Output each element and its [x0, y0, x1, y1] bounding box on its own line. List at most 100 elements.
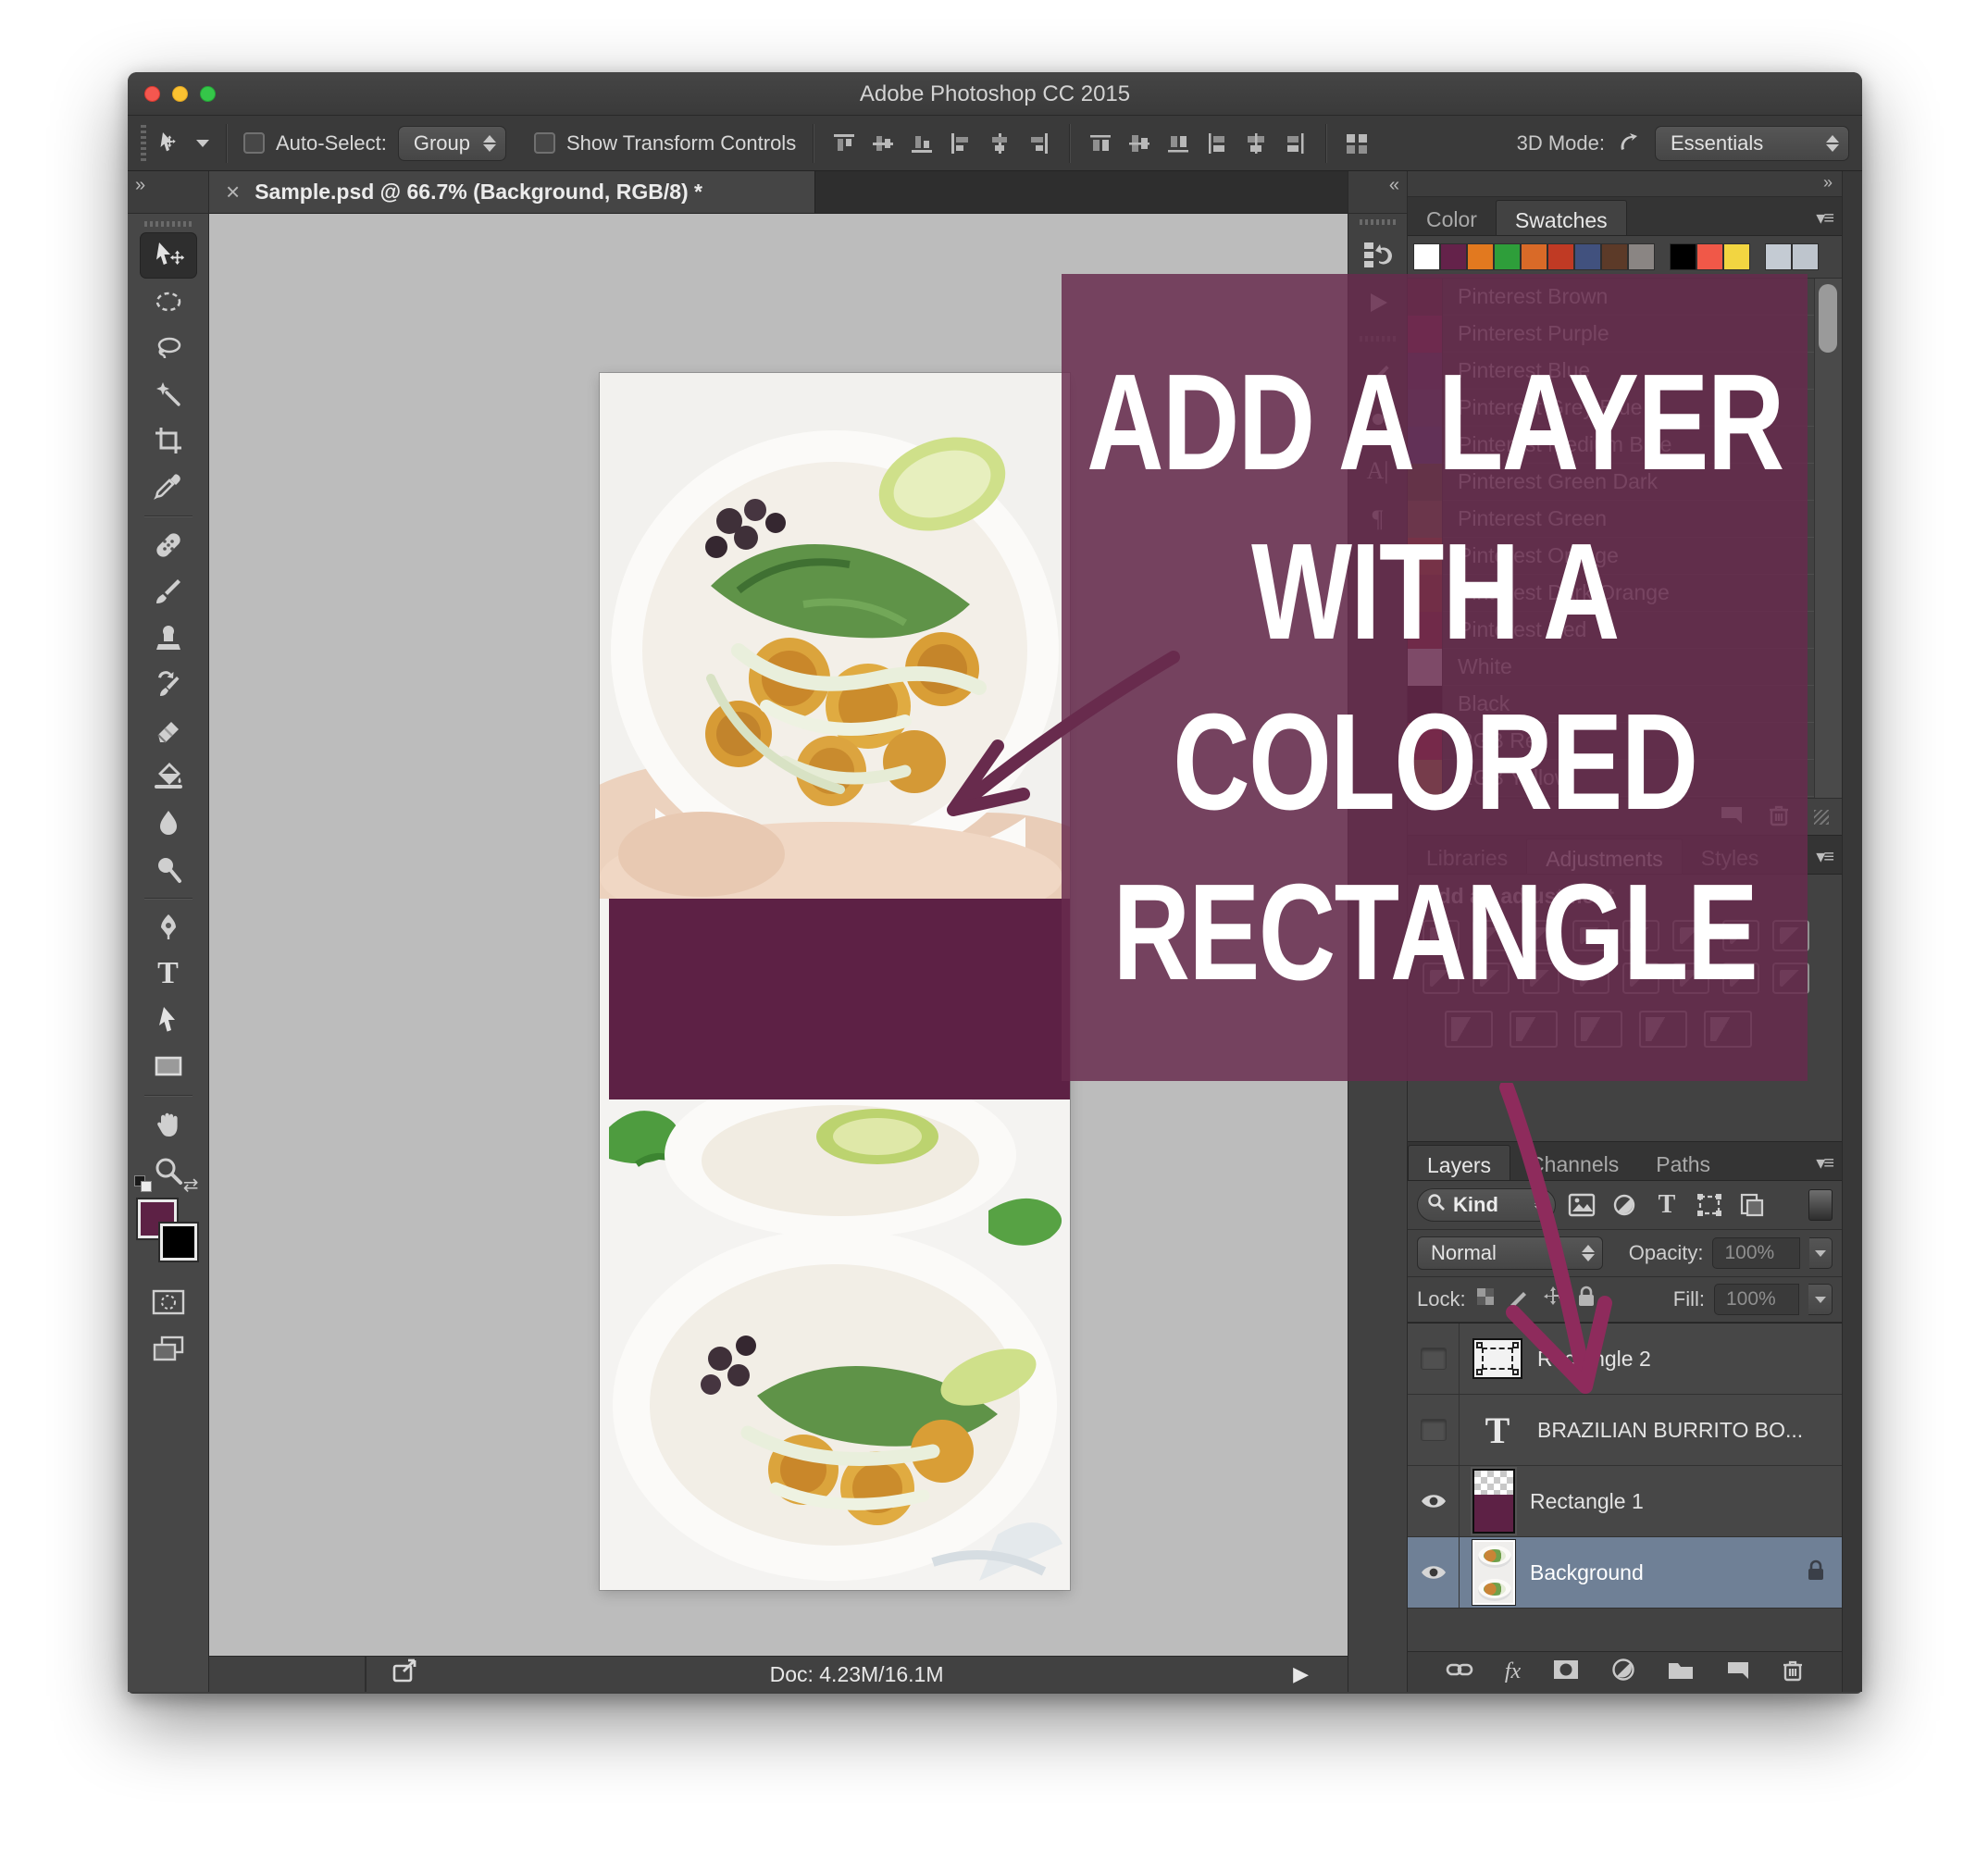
tool-path-select[interactable]	[140, 997, 197, 1043]
tool-magic-wand[interactable]	[140, 371, 197, 417]
layer-filter-kind-dropdown[interactable]: Kind	[1417, 1188, 1556, 1222]
tool-healing-brush[interactable]	[140, 522, 197, 568]
lock-transparency-icon[interactable]	[1475, 1286, 1496, 1312]
distribute-bottom-edges-icon[interactable]	[1164, 130, 1192, 157]
panel-menu-icon[interactable]: ▾≡	[1816, 206, 1833, 230]
tool-eyedropper[interactable]	[140, 464, 197, 510]
add-layer-mask-icon[interactable]	[1552, 1658, 1580, 1685]
auto-select-target-dropdown[interactable]: Group	[398, 126, 506, 161]
tool-brush[interactable]	[140, 568, 197, 615]
swatch-scrollbar[interactable]	[1814, 279, 1842, 798]
opacity-field[interactable]: 100%	[1712, 1237, 1799, 1269]
lock-position-icon[interactable]	[1542, 1286, 1564, 1313]
auto-select-checkbox[interactable]	[243, 132, 265, 154]
swatch-chip[interactable]	[1547, 243, 1574, 270]
align-bottom-edges-icon[interactable]	[908, 130, 936, 157]
tab-layers[interactable]: Layers	[1408, 1145, 1510, 1180]
share-icon[interactable]	[392, 1658, 420, 1690]
document-tab[interactable]: × Sample.psd @ 66.7% (Background, RGB/8)…	[209, 171, 815, 213]
tool-preset-caret-icon[interactable]	[196, 140, 209, 147]
filter-toggle-switch[interactable]	[1808, 1189, 1833, 1221]
dock-collapse[interactable]: «	[1348, 171, 1407, 214]
shape-layer-thumbnail[interactable]	[1472, 1338, 1522, 1379]
swatch-chip[interactable]	[1601, 243, 1628, 270]
psd-document[interactable]	[600, 373, 1070, 1590]
new-group-icon[interactable]	[1667, 1658, 1695, 1685]
doc-size-info[interactable]: Doc: 4.23M/16.1M	[420, 1662, 1293, 1687]
history-panel-icon[interactable]	[1348, 230, 1407, 279]
distribute-horizontal-centers-icon[interactable]	[1242, 130, 1270, 157]
layer-visibility-eye-icon[interactable]	[1408, 1537, 1460, 1608]
link-layers-icon[interactable]	[1446, 1659, 1473, 1684]
tool-eraser[interactable]	[140, 707, 197, 753]
layer-visibility-empty[interactable]	[1408, 1323, 1460, 1394]
distribute-top-edges-icon[interactable]	[1087, 130, 1114, 157]
layer-row[interactable]: Background	[1408, 1537, 1842, 1609]
tool-type[interactable]: T	[140, 950, 197, 997]
tab-color[interactable]: Color	[1408, 200, 1496, 235]
filter-smart-objects-icon[interactable]	[1735, 1190, 1769, 1220]
tool-paint-bucket[interactable]	[140, 753, 197, 800]
filter-adjustment-layers-icon[interactable]	[1608, 1190, 1641, 1220]
align-left-edges-icon[interactable]	[947, 130, 975, 157]
delete-layer-icon[interactable]	[1782, 1658, 1804, 1686]
lock-all-icon[interactable]	[1577, 1286, 1596, 1313]
tab-swatches[interactable]: Swatches	[1496, 200, 1627, 235]
tool-blur[interactable]	[140, 800, 197, 846]
scroll-thumb[interactable]	[1819, 284, 1837, 353]
tool-crop[interactable]	[140, 417, 197, 464]
filter-pixel-layers-icon[interactable]	[1565, 1190, 1598, 1220]
screen-mode-button[interactable]	[140, 1325, 197, 1372]
align-horizontal-centers-icon[interactable]	[986, 130, 1013, 157]
align-right-edges-icon[interactable]	[1025, 130, 1052, 157]
layer-row[interactable]: Rectangle 2	[1408, 1323, 1842, 1395]
tab-channels[interactable]: Channels	[1510, 1145, 1637, 1180]
colored-rectangle-layer[interactable]	[609, 899, 1070, 1099]
quick-mask-button[interactable]	[140, 1279, 197, 1325]
swatch-chip[interactable]	[1440, 243, 1467, 270]
swatch-chip[interactable]	[1723, 243, 1750, 270]
swatch-chip[interactable]	[1765, 243, 1792, 270]
layer-row[interactable]: TBRAZILIAN BURRITO BO...	[1408, 1395, 1842, 1466]
close-tab-icon[interactable]: ×	[226, 178, 240, 206]
distribute-horizontally-icon[interactable]	[1343, 130, 1371, 157]
tab-paths[interactable]: Paths	[1637, 1145, 1729, 1180]
default-colors-icon[interactable]	[134, 1175, 158, 1194]
fill-caret[interactable]	[1808, 1284, 1833, 1315]
blend-mode-dropdown[interactable]: Normal	[1417, 1236, 1603, 1270]
swatch-chip[interactable]	[1670, 243, 1696, 270]
distribute-vertical-centers-icon[interactable]	[1125, 130, 1153, 157]
tool-move[interactable]	[140, 232, 197, 279]
tool-dodge[interactable]	[140, 846, 197, 892]
status-play-icon[interactable]: ▶	[1293, 1662, 1309, 1686]
panel-menu-icon[interactable]: ▾≡	[1816, 845, 1833, 868]
move-tool-options-icon[interactable]	[157, 130, 185, 157]
panel-menu-icon[interactable]: ▾≡	[1816, 1151, 1833, 1174]
panel-collapse[interactable]: »	[1408, 171, 1842, 197]
swatch-chip[interactable]	[1467, 243, 1494, 270]
layer-row[interactable]: Rectangle 1	[1408, 1466, 1842, 1537]
align-top-edges-icon[interactable]	[830, 130, 858, 157]
swatch-chip[interactable]	[1494, 243, 1521, 270]
tool-hand[interactable]	[140, 1101, 197, 1148]
layer-visibility-empty[interactable]	[1408, 1395, 1460, 1465]
show-transform-checkbox[interactable]	[534, 132, 555, 154]
align-vertical-centers-icon[interactable]	[869, 130, 897, 157]
3d-orbit-icon[interactable]	[1616, 130, 1644, 157]
filter-type-layers-icon[interactable]: T	[1650, 1190, 1684, 1220]
distribute-left-edges-icon[interactable]	[1203, 130, 1231, 157]
filter-shape-layers-icon[interactable]	[1693, 1190, 1726, 1220]
fill-field[interactable]: 100%	[1714, 1284, 1799, 1315]
text-layer-thumbnail[interactable]: T	[1472, 1409, 1522, 1452]
tool-shape[interactable]	[140, 1043, 197, 1089]
resize-grip[interactable]	[1814, 810, 1829, 825]
tool-history-brush[interactable]	[140, 661, 197, 707]
rail-collapse[interactable]: »	[128, 171, 208, 214]
workspace-dropdown[interactable]: Essentials	[1655, 126, 1849, 161]
opacity-caret[interactable]	[1809, 1237, 1833, 1269]
tool-pen[interactable]	[140, 904, 197, 950]
swatch-chip[interactable]	[1696, 243, 1723, 270]
distribute-right-edges-icon[interactable]	[1281, 130, 1309, 157]
swatch-chip[interactable]	[1574, 243, 1601, 270]
background-color-swatch[interactable]	[160, 1224, 197, 1261]
